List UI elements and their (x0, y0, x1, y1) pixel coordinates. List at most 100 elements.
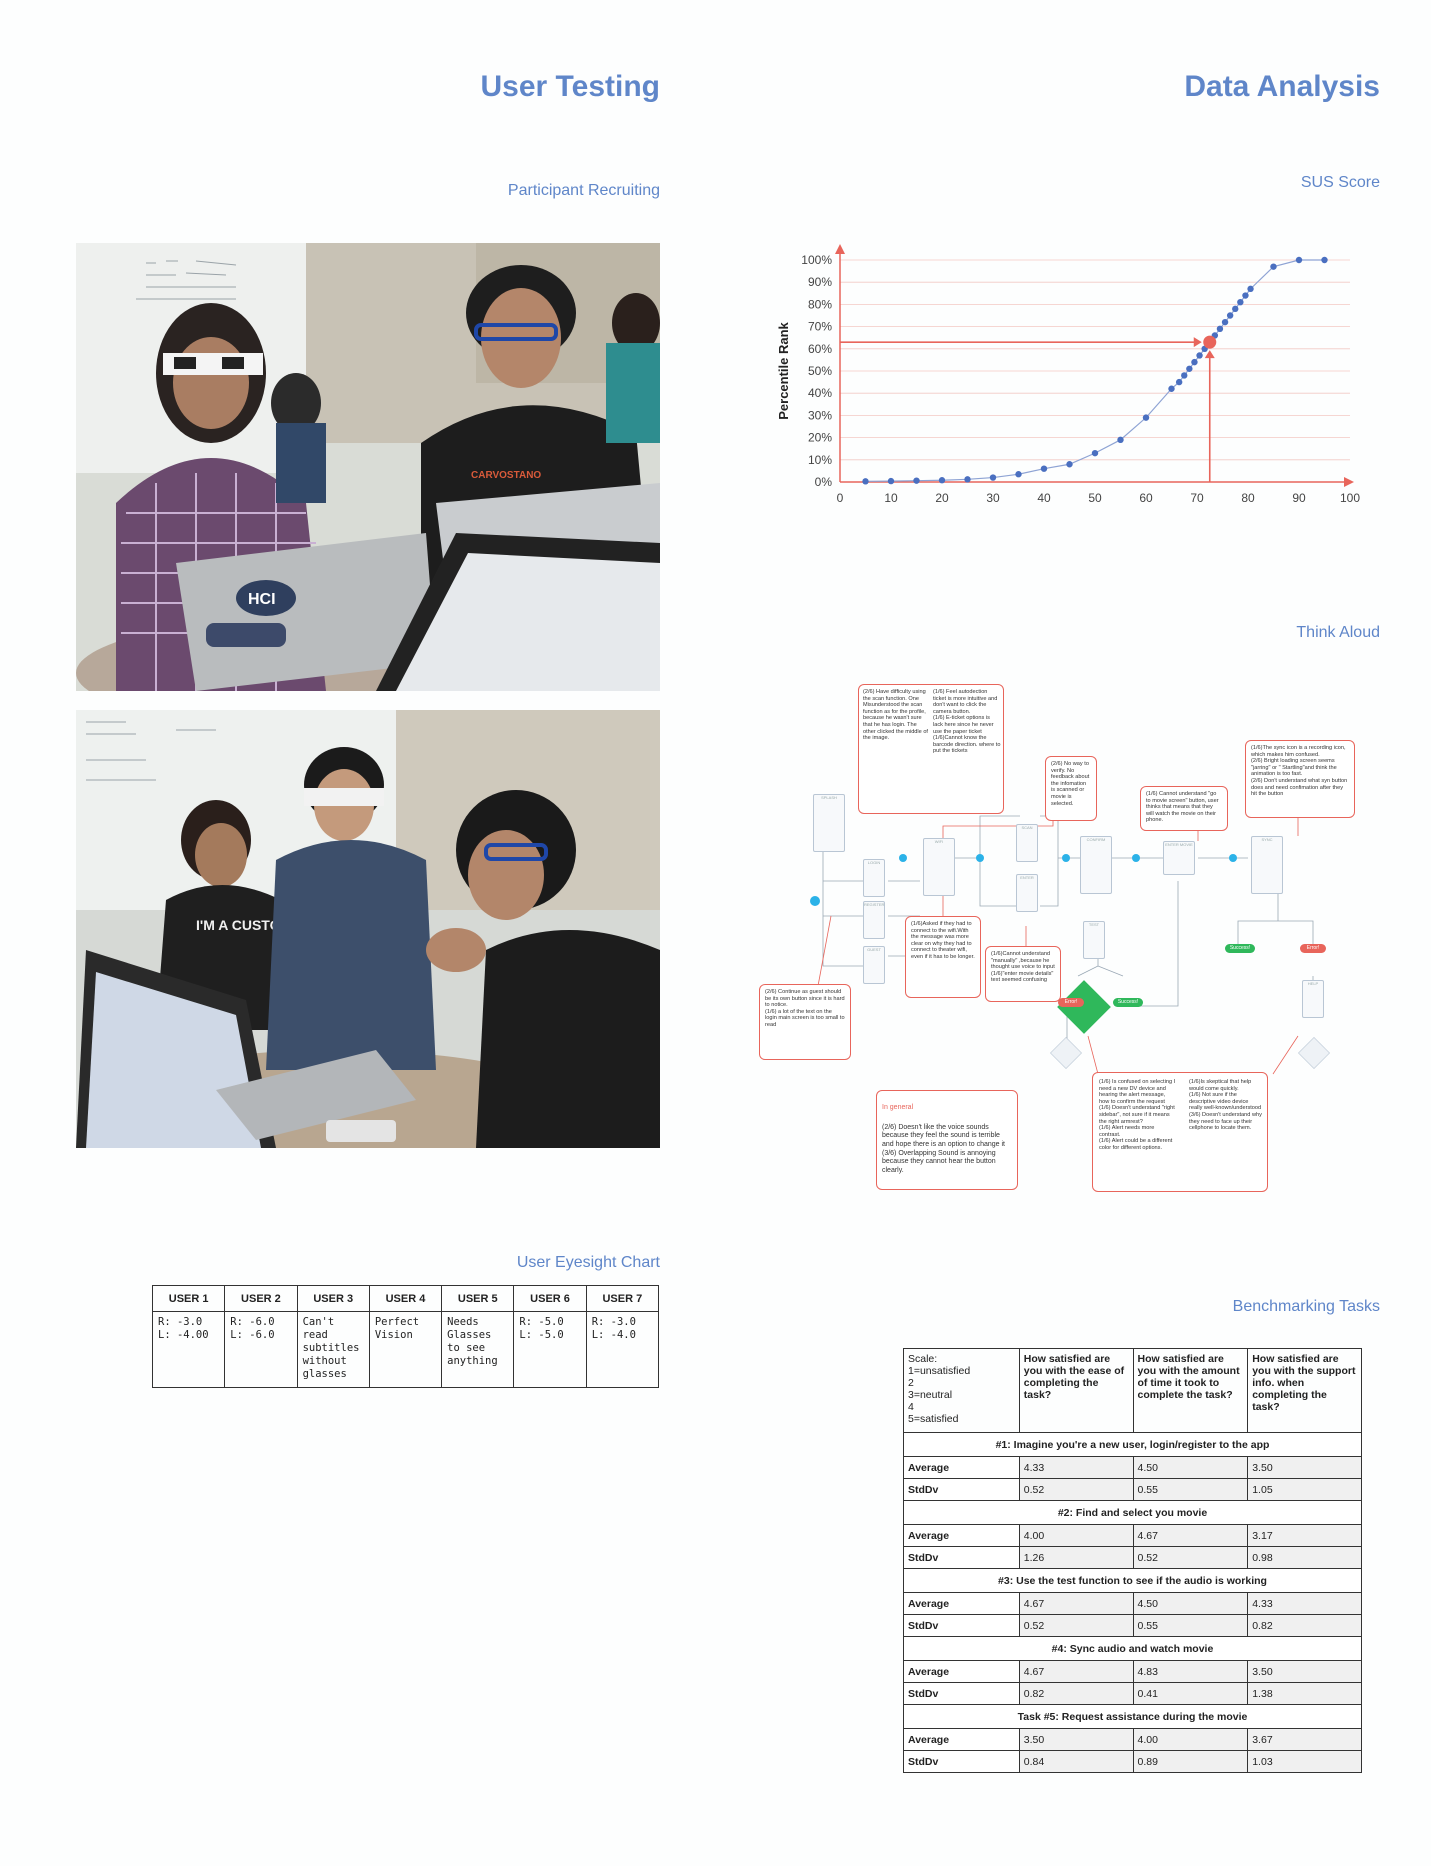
task-title: #3: Use the test function to see if the … (903, 1568, 1362, 1593)
screen-test: TEST (1083, 921, 1105, 959)
y-tick-label: 30% (808, 408, 832, 422)
note-enter-movie: (1/6) Cannot understand "go to movie scr… (1140, 786, 1228, 831)
data-point (1040, 465, 1048, 472)
data-point (1168, 385, 1175, 392)
y-tick-label: 0% (815, 475, 833, 489)
screen-wifi: WIFI (923, 838, 955, 896)
error-pill-2: Error! (1300, 944, 1326, 953)
note-general-text: (2/6) Doesn't like the voice sounds beca… (882, 1123, 1005, 1174)
score-cell: 0.98 (1247, 1546, 1362, 1569)
data-analysis-title: Data Analysis (1184, 70, 1380, 103)
data-point (1237, 298, 1244, 306)
eyesight-cell-3: Can't read subtitles without glasses (296, 1311, 370, 1388)
help-diamond (1057, 980, 1111, 1034)
note-general-title: In general (882, 1103, 914, 1111)
note-request-text-1: (1/6) Is confused on selecting I need a … (1099, 1079, 1176, 1151)
hci-sticker: HCI (248, 591, 276, 608)
note-scan-text-1: (2/6) Have difficulty using the scan fun… (863, 689, 928, 742)
data-point (1091, 449, 1099, 457)
y-tick-label: 50% (808, 364, 832, 378)
stddev-row: StdDv 0.82 0.41 1.38 (903, 1682, 1362, 1705)
stddev-row: StdDv 0.52 0.55 1.05 (903, 1478, 1362, 1501)
note-sync: (1/6)The sync icon is a recording icon, … (1245, 740, 1355, 818)
score-cell: 0.55 (1132, 1614, 1249, 1637)
x-tick-label: 50 (1088, 491, 1102, 505)
y-tick-label: 60% (808, 342, 832, 356)
score-cell: 4.50 (1132, 1592, 1249, 1615)
benchmark-table: Scale: 1=unsatisfied 2 3=neutral 4 5=sat… (903, 1348, 1362, 1773)
row-label: Average (903, 1456, 1020, 1479)
row-label: StdDv (903, 1614, 1020, 1637)
data-point (1270, 263, 1277, 270)
x-tick-label: 80 (1241, 491, 1255, 505)
sus-chart: 0% 10% 20% 30% 40% 50% 60% 70% 80% 90% 100% 0 10 20 30… (776, 244, 1360, 505)
y-axis-arrow (835, 244, 845, 254)
participant-photo-1: CARVOSTANO HCI (76, 243, 660, 691)
row-label: Average (903, 1592, 1020, 1615)
score-cell: 0.41 (1132, 1682, 1249, 1705)
highlight-point (1203, 335, 1217, 349)
score-cell: 3.50 (1247, 1660, 1362, 1683)
score-cell: 3.50 (1247, 1456, 1362, 1479)
eyesight-cell-5: Needs Glasses to see anything (441, 1311, 515, 1388)
task-title: #4: Sync audio and watch movie (903, 1636, 1362, 1661)
user-testing-title: User Testing (480, 70, 661, 103)
data-point (1232, 305, 1239, 313)
sus-score-heading: SUS Score (1300, 174, 1380, 191)
data-point (1295, 256, 1303, 264)
screen-enter-movie: ENTER MOVIE (1163, 841, 1195, 875)
x-tick-label: 100 (1340, 491, 1360, 505)
x-tick-label: 40 (1037, 491, 1051, 505)
score-cell: 0.84 (1018, 1750, 1134, 1773)
y-tick-label: 40% (808, 386, 832, 400)
note-scan: (2/6) Have difficulty using the scan fun… (858, 684, 1004, 814)
score-cell: 4.67 (1132, 1524, 1249, 1547)
score-cell: 1.03 (1247, 1750, 1362, 1773)
task-title: #2: Find and select you movie (903, 1500, 1362, 1525)
y-tick-label: 10% (808, 453, 832, 467)
average-row: Average 4.33 4.50 3.50 (903, 1456, 1362, 1479)
y-tick-label: 90% (808, 275, 832, 289)
x-tick-label: 0 (837, 491, 844, 505)
think-aloud-heading: Think Aloud (1296, 624, 1380, 641)
y-axis-label: Percentile Rank (776, 321, 791, 419)
screen-help: HELP (1302, 980, 1324, 1018)
score-cell: 0.89 (1132, 1750, 1249, 1773)
x-tick-label: 30 (986, 491, 1000, 505)
score-cell: 4.33 (1247, 1592, 1362, 1615)
x-tick-label: 70 (1190, 491, 1204, 505)
score-cell: 4.00 (1132, 1728, 1249, 1751)
data-point (1191, 358, 1198, 366)
screen-sync: SYNC (1251, 836, 1283, 894)
scale-legend: Scale: 1=unsatisfied 2 3=neutral 4 5=sat… (903, 1348, 1020, 1433)
row-label: StdDv (903, 1478, 1020, 1501)
row-label: StdDv (903, 1750, 1020, 1773)
score-cell: 4.83 (1132, 1660, 1249, 1683)
task-title: Task #5: Request assistance during the m… (903, 1704, 1362, 1729)
average-row: Average 4.00 4.67 3.17 (903, 1524, 1362, 1547)
think-aloud-diagram: SPLASH LOGIN REGISTER GUEST WIFI SCAN EN… (758, 676, 1358, 1194)
row-label: StdDv (903, 1546, 1020, 1569)
eyesight-header-1: USER 1 (151, 1285, 226, 1312)
note-request: (1/6) Is confused on selecting I need a … (1092, 1072, 1268, 1192)
x-tick-label: 20 (935, 491, 949, 505)
data-point (913, 477, 920, 484)
score-cell: 1.05 (1247, 1478, 1362, 1501)
eyesight-header-7: USER 7 (585, 1285, 660, 1312)
data-point (1142, 414, 1150, 421)
data-point (1242, 292, 1249, 299)
stddev-row: StdDv 0.84 0.89 1.03 (903, 1750, 1362, 1773)
eyesight-header-4: USER 4 (368, 1285, 443, 1312)
data-point (1175, 378, 1183, 386)
average-row: Average 4.67 4.50 4.33 (903, 1592, 1362, 1615)
note-enter: (1/6)Cannot understand "manually" ,becau… (985, 946, 1061, 1002)
data-point (1015, 471, 1022, 478)
task-title: #1: Imagine you're a new user, login/reg… (903, 1432, 1362, 1457)
eyesight-header-6: USER 6 (513, 1285, 587, 1312)
x-tick-label: 90 (1292, 491, 1306, 505)
data-point (1186, 365, 1193, 372)
score-cell: 0.55 (1132, 1478, 1249, 1501)
data-point (1321, 256, 1328, 264)
screen-confirm: CONFIRM (1080, 836, 1112, 894)
stddev-row: StdDv 0.52 0.55 0.82 (903, 1614, 1362, 1637)
